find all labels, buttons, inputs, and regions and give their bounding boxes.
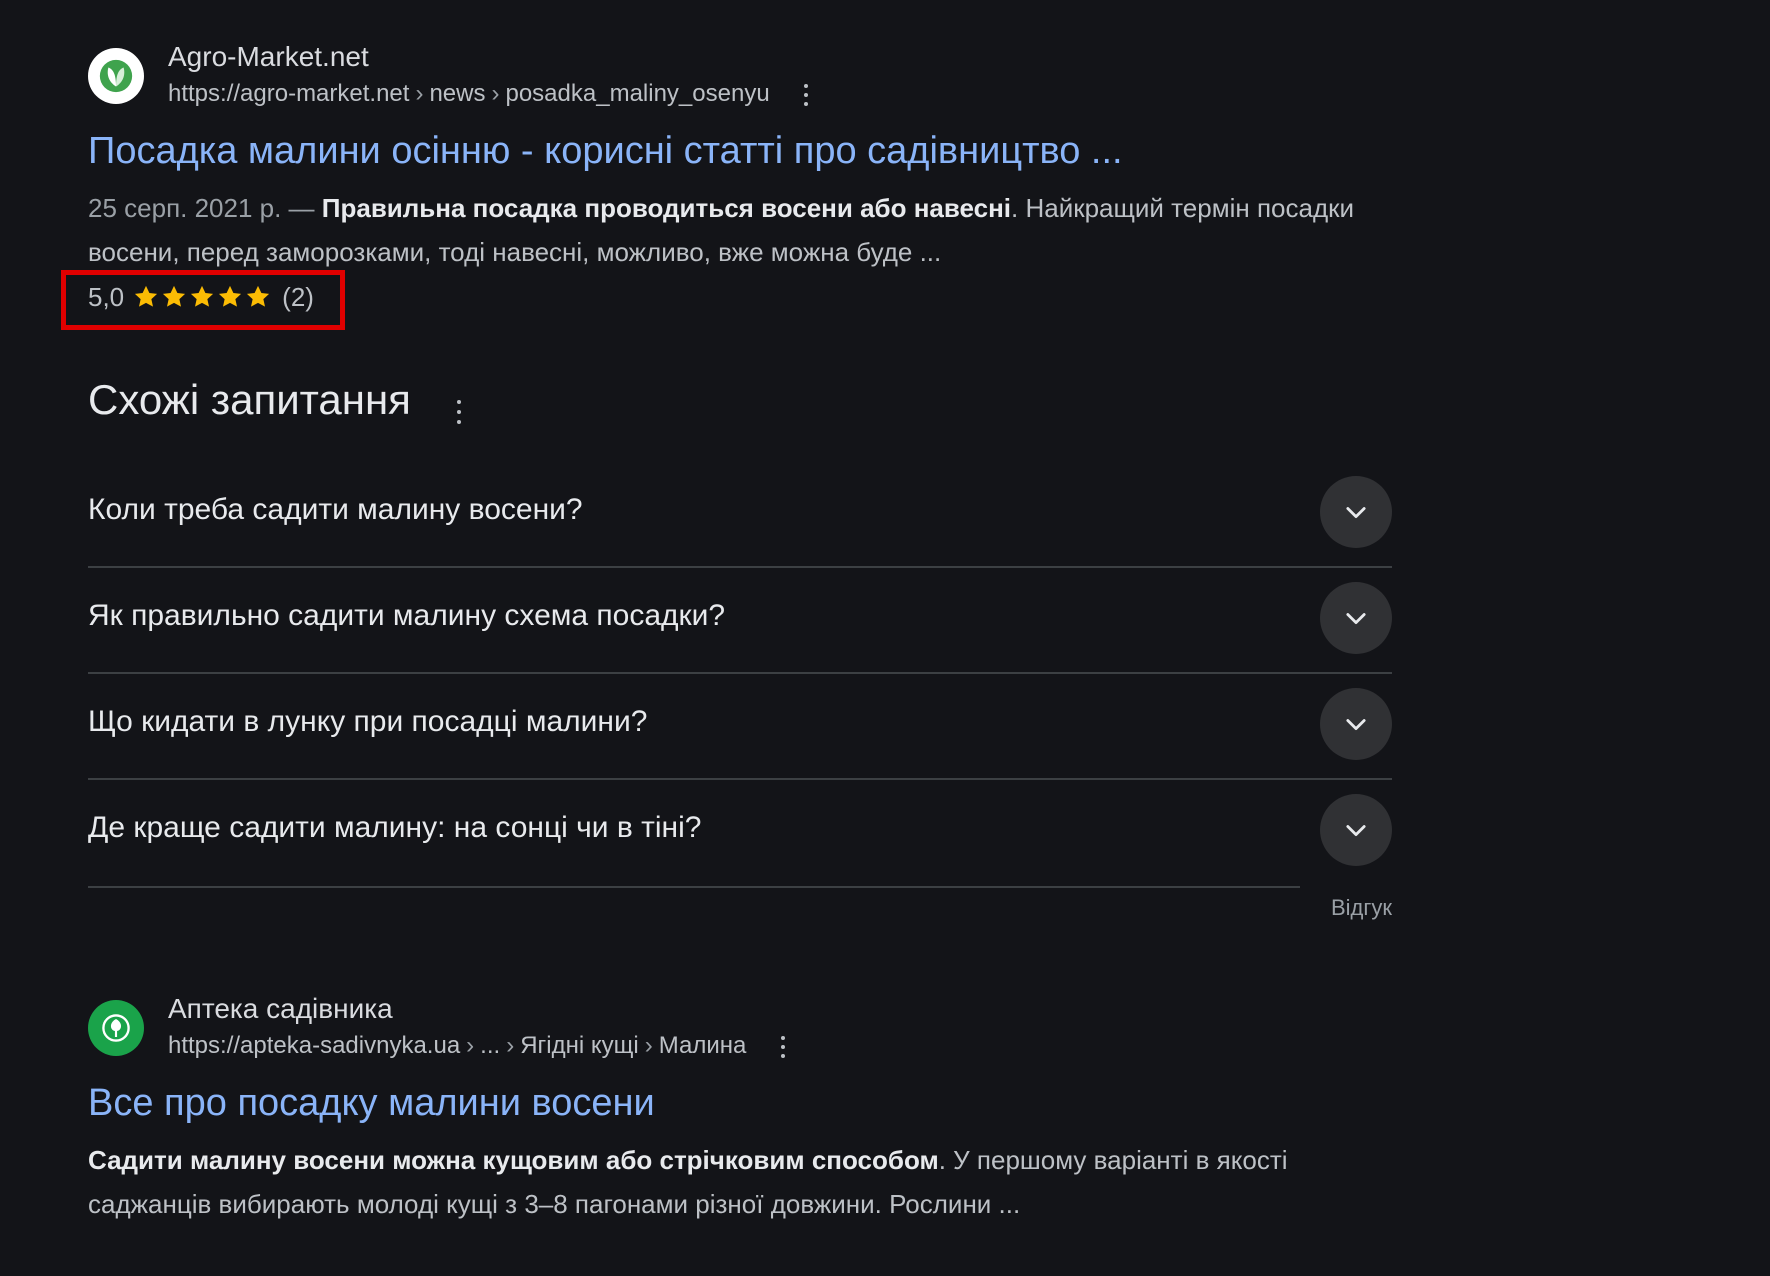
chevron-down-icon [1346, 613, 1366, 625]
question-item[interactable]: Коли треба садити малину восени? [88, 462, 1392, 568]
snippet-highlight: Правильна посадка проводиться восени або… [321, 193, 1012, 223]
chevron-down-icon [1346, 825, 1366, 837]
related-questions-header: Схожі запитання [88, 370, 1392, 440]
star-icon [247, 285, 270, 307]
result-date: 25 серп. 2021 р. — [88, 193, 322, 223]
site-url: https://apteka-sadivnyka.ua ›... › Ягідні к… [168, 1031, 791, 1061]
breadcrumb-separator: › [415, 80, 424, 107]
tree-icon [88, 1000, 144, 1056]
url-crumb: ... [480, 1032, 501, 1059]
star-icon [135, 285, 158, 307]
rating-count: (2) [282, 282, 314, 312]
breadcrumb-separator: › [491, 80, 500, 107]
result-title-link[interactable]: Посадка малини осінню - корисні статті п… [88, 128, 1398, 174]
url-domain: https://agro-market.net [168, 80, 410, 107]
question-item[interactable]: Як правильно садити малину схема посадки… [88, 568, 1392, 674]
leaf-icon [88, 48, 144, 104]
related-questions-footer: Відгук [88, 886, 1392, 926]
question-item[interactable]: Що кидати в лунку при посадці малини? [88, 674, 1392, 780]
question-text: Як правильно садити малину схема посадки… [88, 599, 726, 632]
section-title: Схожі запитання [88, 376, 411, 423]
result-snippet: 25 серп. 2021 р. — Правильна посадка про… [88, 186, 1388, 274]
feedback-link[interactable]: Відгук [1331, 894, 1392, 922]
site-url: https://agro-market.net › news › posadka_mal… [168, 79, 814, 109]
star-icon [219, 285, 242, 307]
more-options-icon[interactable] [775, 1035, 791, 1058]
result-snippet: Садити малину восени можна кущовим або с… [88, 1138, 1388, 1226]
chevron-down-icon [1346, 507, 1366, 519]
breadcrumb-separator: › [506, 1032, 515, 1059]
url-crumb: news [429, 80, 486, 107]
expand-button[interactable] [1320, 476, 1392, 548]
rating-value: 5,0 [88, 282, 125, 312]
rating-stars [132, 283, 272, 311]
rating-row: 5,0 (2) [61, 270, 1398, 330]
more-options-icon[interactable] [798, 83, 814, 106]
star-icon [191, 285, 214, 307]
url-crumb: Малина [658, 1032, 747, 1059]
breadcrumb-separator: › [644, 1032, 653, 1059]
expand-button[interactable] [1320, 582, 1392, 654]
breadcrumb-separator: › [466, 1032, 475, 1059]
url-crumb: Ягідні кущі [520, 1032, 639, 1059]
result-title-link[interactable]: Все про посадку малини восени [88, 1080, 1398, 1126]
question-text: Коли треба садити малину восени? [88, 493, 583, 526]
url-domain: https://apteka-sadivnyka.ua [168, 1032, 461, 1059]
site-header[interactable]: Аптека садівника https://apteka-sadivnyk… [88, 992, 1398, 1066]
more-options-icon[interactable] [451, 400, 467, 424]
divider [88, 886, 1300, 888]
chevron-down-icon [1346, 719, 1366, 731]
site-header[interactable]: Agro-Market.net https://agro-market.net ›… [88, 40, 1398, 114]
url-crumb: posadka_maliny_osenyu [505, 80, 770, 107]
related-questions: Схожі запитання Коли треба садити малину… [88, 370, 1392, 926]
site-name: Аптека садівника [168, 993, 393, 1024]
rating: 5,0 (2) [88, 280, 314, 314]
site-name: Agro-Market.net [168, 41, 369, 72]
search-result: Agro-Market.net https://agro-market.net ›… [61, 40, 1398, 330]
question-item[interactable]: Де краще садити малину: на сонці чи в ті… [88, 780, 1392, 886]
expand-button[interactable] [1320, 794, 1392, 866]
star-icon [163, 285, 186, 307]
question-text: Де краще садити малину: на сонці чи в ті… [88, 811, 702, 844]
question-list: Коли треба садити малину восени? Як прав… [88, 462, 1392, 886]
snippet-highlight: Садити малину восени можна кущовим або с… [88, 1145, 939, 1175]
expand-button[interactable] [1320, 688, 1392, 760]
search-results-page: Agro-Market.net https://agro-market.net ›… [0, 0, 1770, 1276]
search-result: Аптека садівника https://apteka-sadivnyk… [88, 992, 1398, 1226]
question-text: Що кидати в лунку при посадці малини? [88, 705, 648, 738]
